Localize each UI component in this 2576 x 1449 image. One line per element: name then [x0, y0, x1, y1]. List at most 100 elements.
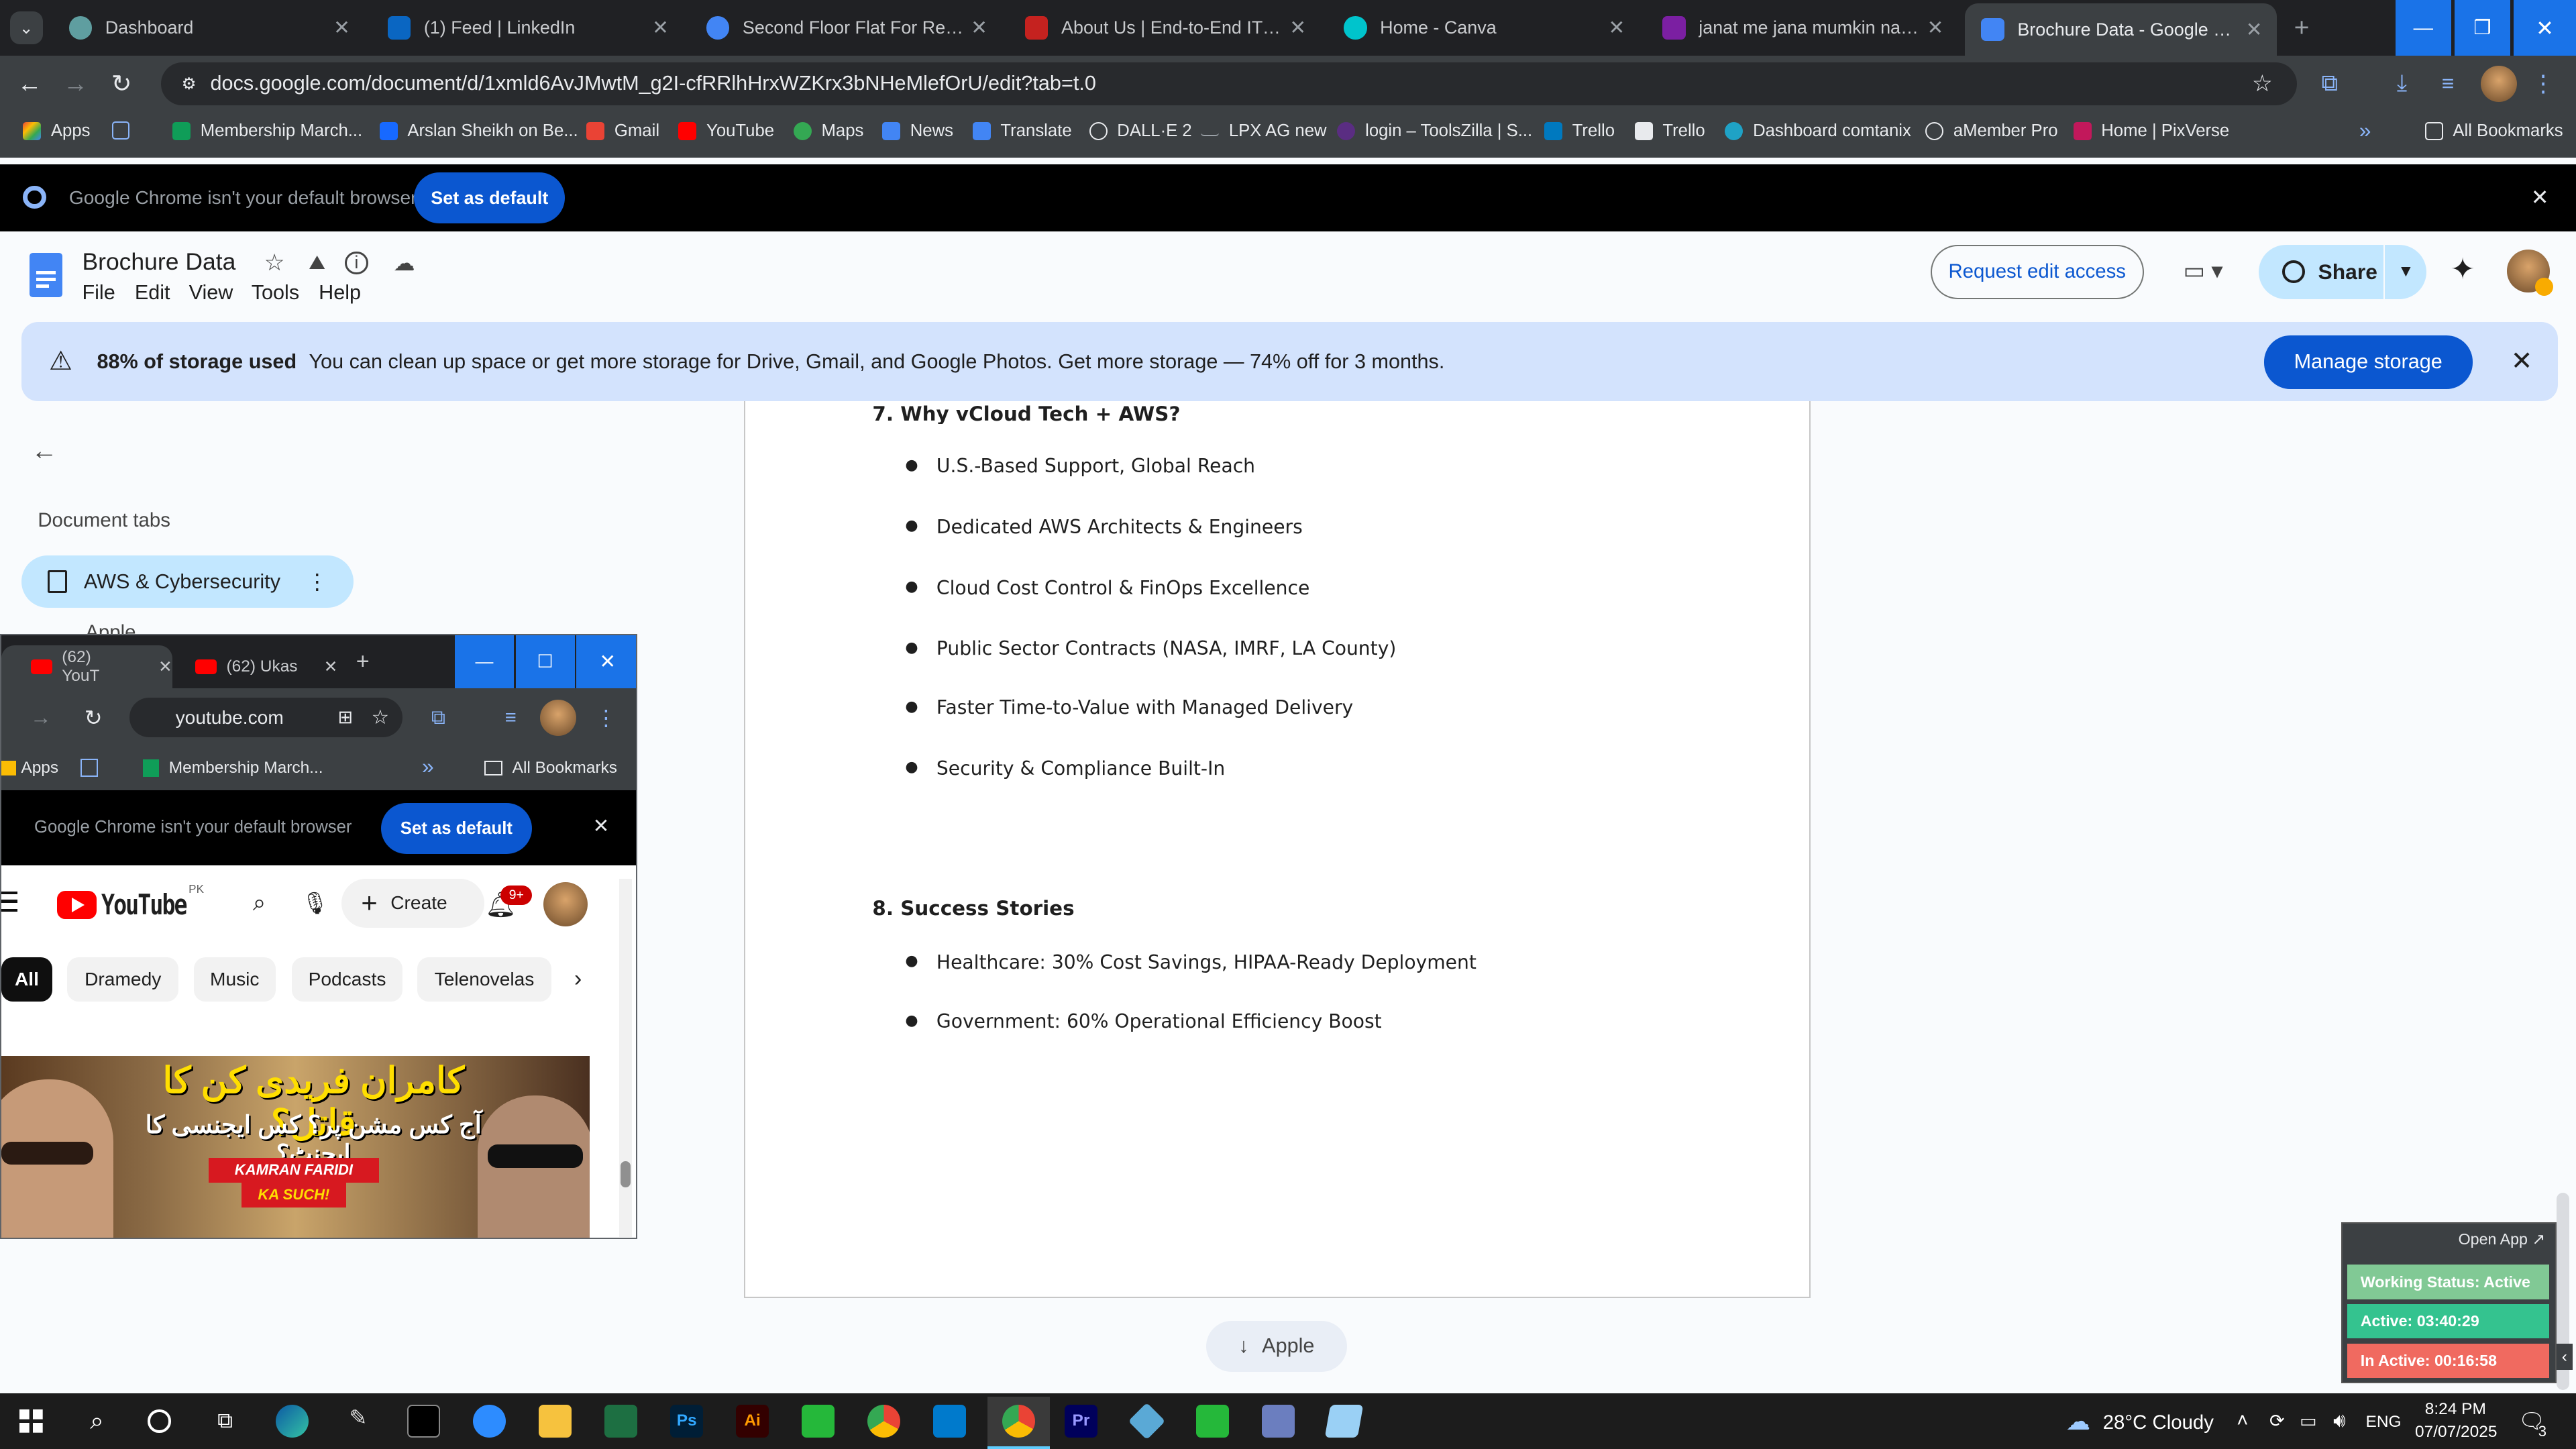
forward-icon[interactable]: → — [59, 67, 92, 100]
doc-tab-active[interactable]: AWS & Cybersecurity ⋮ — [21, 555, 354, 608]
collapse-widget-icon[interactable]: ‹ — [2556, 1344, 2573, 1371]
all-bookmarks[interactable]: All Bookmarks — [2424, 121, 2563, 141]
set-default-button[interactable]: Set as default — [414, 172, 566, 224]
chip-dramedy[interactable]: Dramedy — [66, 957, 179, 1002]
excel-icon[interactable] — [604, 1404, 638, 1438]
clock-time[interactable]: 8:24 PM — [2425, 1400, 2486, 1419]
menu-file[interactable]: File — [82, 281, 115, 305]
close-tab-icon[interactable]: ✕ — [1285, 16, 1311, 40]
media-control-icon[interactable]: ≡ — [2432, 67, 2465, 100]
microphone-icon[interactable]: 🎙 — [301, 888, 330, 918]
volume-icon[interactable]: 🔊︎ — [2326, 1408, 2353, 1434]
close-tab-icon[interactable]: ✕ — [1922, 16, 1948, 40]
edge-icon[interactable] — [276, 1404, 309, 1438]
chrome-active-taskbar[interactable] — [987, 1396, 1050, 1449]
close-tab-icon[interactable]: ✕ — [1603, 16, 1629, 40]
bookmark-item[interactable]: Dashboard comtanix — [1725, 121, 1911, 141]
chrome-menu-icon[interactable]: ⋮ — [595, 704, 616, 731]
browser-tab[interactable]: Second Floor Flat For Rent at A✕ — [690, 7, 1002, 50]
move-icon[interactable]: ⛰ — [303, 248, 332, 278]
bookmark-item[interactable]: LPX AG new — [1201, 121, 1327, 141]
search-icon[interactable]: ⌕ — [82, 1406, 111, 1436]
new-tab-button[interactable]: + — [2284, 11, 2320, 44]
all-bookmarks[interactable]: All Bookmarks — [484, 759, 617, 777]
more-bookmarks-icon[interactable]: » — [2359, 118, 2371, 143]
zoom-icon[interactable] — [473, 1404, 506, 1438]
new-tab-button[interactable]: + — [350, 649, 376, 675]
chip-podcasts[interactable]: Podcasts — [292, 957, 402, 1002]
sync-icon[interactable]: ⟳ — [2264, 1408, 2290, 1434]
downloads-icon[interactable]: ⤓ — [2385, 67, 2418, 100]
install-app-icon[interactable]: ⊞ — [338, 707, 354, 728]
yt-scrollbar[interactable] — [619, 878, 633, 1237]
browser-tab-active[interactable]: Brochure Data - Google Docs ✕ — [1965, 3, 2277, 56]
bookmark-item[interactable]: Membership March... — [172, 121, 362, 141]
menu-view[interactable]: View — [189, 281, 233, 305]
bookmark-apps[interactable]: Apps — [1, 759, 58, 777]
profile-avatar[interactable] — [2480, 65, 2517, 102]
menu-edit[interactable]: Edit — [135, 281, 170, 305]
video-thumbnail[interactable]: کامران فریدی کن کا قاتل؟ آج کس مشن پر؟ ک… — [1, 1056, 590, 1238]
share-dropdown-icon[interactable]: ▼ — [2383, 244, 2426, 299]
close-infobar-icon[interactable]: ✕ — [2527, 184, 2553, 210]
forward-icon[interactable]: → — [28, 704, 54, 731]
yt-browser-tab[interactable]: (62) YouT ✕ — [1, 645, 172, 688]
bookmark-item[interactable]: aMember Pro — [1925, 121, 2058, 141]
browser-tab[interactable]: janat me jana mumkin nai - Mu ✕ — [1646, 7, 1958, 50]
bookmark-item[interactable]: login – ToolsZilla | S... — [1337, 121, 1532, 141]
green-app-icon[interactable] — [1195, 1404, 1229, 1438]
extensions-icon[interactable]: ⧉ — [425, 704, 451, 731]
more-vert-icon[interactable]: ⋮ — [304, 567, 330, 596]
media-control-icon[interactable]: ≡ — [498, 704, 524, 731]
pen-icon[interactable]: ✎ — [341, 1405, 374, 1438]
vscode-icon[interactable] — [933, 1404, 966, 1438]
back-icon[interactable]: ← — [13, 67, 46, 100]
file-explorer-icon[interactable] — [539, 1404, 572, 1438]
browser-tab[interactable]: (1) Feed | LinkedIn ✕ — [371, 7, 683, 50]
task-view-icon[interactable]: ⧉ — [210, 1406, 239, 1436]
photoshop-icon[interactable]: Ps — [670, 1404, 704, 1438]
maximize-button[interactable]: ☐ — [515, 635, 575, 688]
set-default-button[interactable]: Set as default — [380, 803, 533, 854]
windows-start-icon[interactable] — [19, 1409, 43, 1433]
maximize-button[interactable]: ❐ — [2454, 0, 2511, 56]
star-icon[interactable]: ☆ — [260, 248, 289, 278]
close-tab-icon[interactable]: ✕ — [158, 657, 172, 677]
bookmark-item[interactable]: Home | PixVerse — [2073, 121, 2229, 141]
bookmark-grid[interactable] — [111, 121, 140, 140]
bookmark-star-icon[interactable]: ☆ — [2247, 69, 2277, 99]
clock-date[interactable]: 07/07/2025 — [2415, 1423, 2497, 1442]
hamburger-menu-icon[interactable] — [1, 892, 18, 912]
calculator-icon[interactable] — [1261, 1404, 1295, 1438]
bookmark-item[interactable]: News — [882, 121, 953, 141]
grid-icon[interactable] — [80, 758, 99, 777]
close-window-button[interactable]: ✕ — [2513, 0, 2576, 56]
close-window-button[interactable]: ✕ — [576, 635, 637, 688]
bookmark-item[interactable]: YouTube — [678, 121, 774, 141]
manage-storage-button[interactable]: Manage storage — [2263, 335, 2473, 390]
account-avatar[interactable] — [2507, 250, 2553, 296]
bookmark-item[interactable]: Translate — [972, 121, 1072, 141]
bookmark-item[interactable]: Trello — [1544, 121, 1615, 141]
more-bookmarks-icon[interactable]: » — [422, 754, 434, 779]
close-tab-icon[interactable]: ✕ — [324, 657, 338, 677]
extensions-icon[interactable]: ⧉ — [2313, 67, 2346, 100]
close-tab-icon[interactable]: ✕ — [329, 16, 355, 40]
close-tab-icon[interactable]: ✕ — [966, 16, 992, 40]
create-button[interactable]: + Create — [341, 878, 484, 928]
document-title[interactable]: Brochure Data — [82, 248, 235, 276]
next-tab-button[interactable]: ↓ Apple — [1205, 1320, 1348, 1372]
terminal-icon[interactable] — [407, 1404, 441, 1438]
reload-icon[interactable]: ↻ — [105, 67, 138, 100]
browser-tab[interactable]: Home - Canva ✕ — [1328, 7, 1640, 50]
bookmark-item[interactable]: Membership March... — [142, 759, 323, 777]
bookmark-item[interactable]: Arslan Sheikh on Be... — [379, 121, 578, 141]
yt-avatar[interactable] — [543, 881, 588, 926]
close-tab-icon[interactable]: ✕ — [2241, 18, 2267, 42]
chrome-icon[interactable] — [867, 1404, 901, 1438]
chip-telenovelas[interactable]: Telenovelas — [417, 957, 552, 1002]
minimize-button[interactable]: — — [454, 635, 515, 688]
site-info-icon[interactable]: ⚙ — [177, 70, 200, 97]
app-diamond-icon[interactable] — [1128, 1402, 1166, 1440]
address-bar[interactable]: ⚙ docs.google.com/document/d/1xmld6AvJMw… — [161, 62, 2297, 105]
